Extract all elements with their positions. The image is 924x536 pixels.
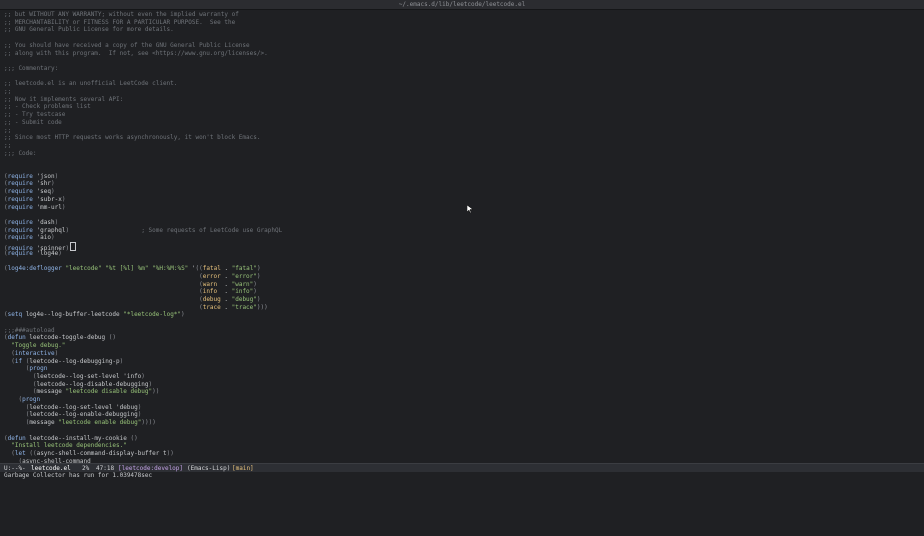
code-line: ;;; Code: — [4, 149, 37, 157]
minibuffer[interactable]: Garbage Collector has run for 1.039478se… — [0, 472, 924, 480]
window-title-bar: ~/.emacs.d/lib/leetcode/leetcode.el — [0, 0, 924, 10]
window-title: ~/.emacs.d/lib/leetcode/leetcode.el — [398, 1, 526, 8]
code-line: (require 'log4e) — [4, 249, 62, 257]
code-line: ;; GNU General Public License for more d… — [4, 26, 174, 34]
code-line: (setq log4e--log-buffer-leetcode "*leetc… — [4, 311, 185, 319]
code-line: ;;; Commentary: — [4, 64, 59, 72]
code-line: ;; Since most HTTP requests works asynch… — [4, 134, 261, 142]
code-line: (message "leetcode enable debug")))) — [25, 419, 156, 427]
mouse-pointer-icon — [467, 205, 473, 213]
code-line: (require 'mm-url) — [4, 203, 66, 211]
code-line: ;; leetcode.el is an unofficial LeetCode… — [4, 80, 178, 88]
text-cursor — [70, 242, 77, 251]
code-line: ;; - Submit code — [4, 118, 62, 126]
editor-buffer[interactable]: ;; but WITHOUT ANY WARRANTY; without eve… — [0, 10, 924, 463]
minibuffer-message: Garbage Collector has run for 1.039478se… — [4, 472, 153, 479]
code-line: ;; along with this program. If not, see … — [4, 49, 268, 57]
